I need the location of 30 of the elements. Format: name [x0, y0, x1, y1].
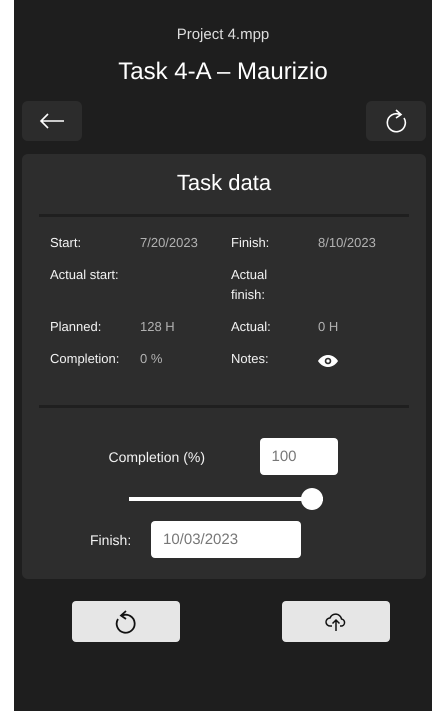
back-button[interactable] [22, 101, 82, 141]
field-label: Finish: [231, 234, 270, 252]
field-value: 128 H [140, 318, 176, 336]
field-value: 0 H [318, 318, 340, 336]
completion-label: Completion (%) [108, 448, 206, 464]
task-title: Task 4-A – Maurizio [117, 58, 329, 87]
slider-thumb[interactable] [301, 488, 323, 510]
refresh-button[interactable] [366, 101, 426, 141]
field-label: Actual: [231, 318, 272, 336]
field-value: 0 % [140, 350, 164, 368]
card-title: Task data [176, 170, 272, 197]
cloud-upload-icon [325, 612, 347, 632]
finish-date-input[interactable]: 10/03/2023 [151, 521, 301, 558]
field-value: 7/20/2023 [140, 234, 199, 252]
finish-label: Finish: [90, 532, 132, 548]
back-arrow-icon [39, 113, 65, 129]
field-value: 8/10/2023 [318, 234, 377, 252]
field-label: Actual finish: [231, 266, 268, 304]
upload-button[interactable] [282, 601, 390, 642]
completion-input[interactable]: 100 [260, 438, 338, 475]
field-label: Actual start: [50, 266, 120, 284]
reset-button[interactable] [72, 601, 180, 642]
field-label: Start: [50, 234, 82, 252]
file-name: Project 4.mpp [176, 26, 270, 45]
field-label: Notes: [231, 350, 270, 368]
refresh-icon [385, 109, 407, 133]
field-label: Planned: [50, 318, 102, 336]
eye-icon[interactable] [318, 355, 338, 367]
field-label: Completion: [50, 350, 120, 368]
reset-icon [115, 610, 137, 634]
